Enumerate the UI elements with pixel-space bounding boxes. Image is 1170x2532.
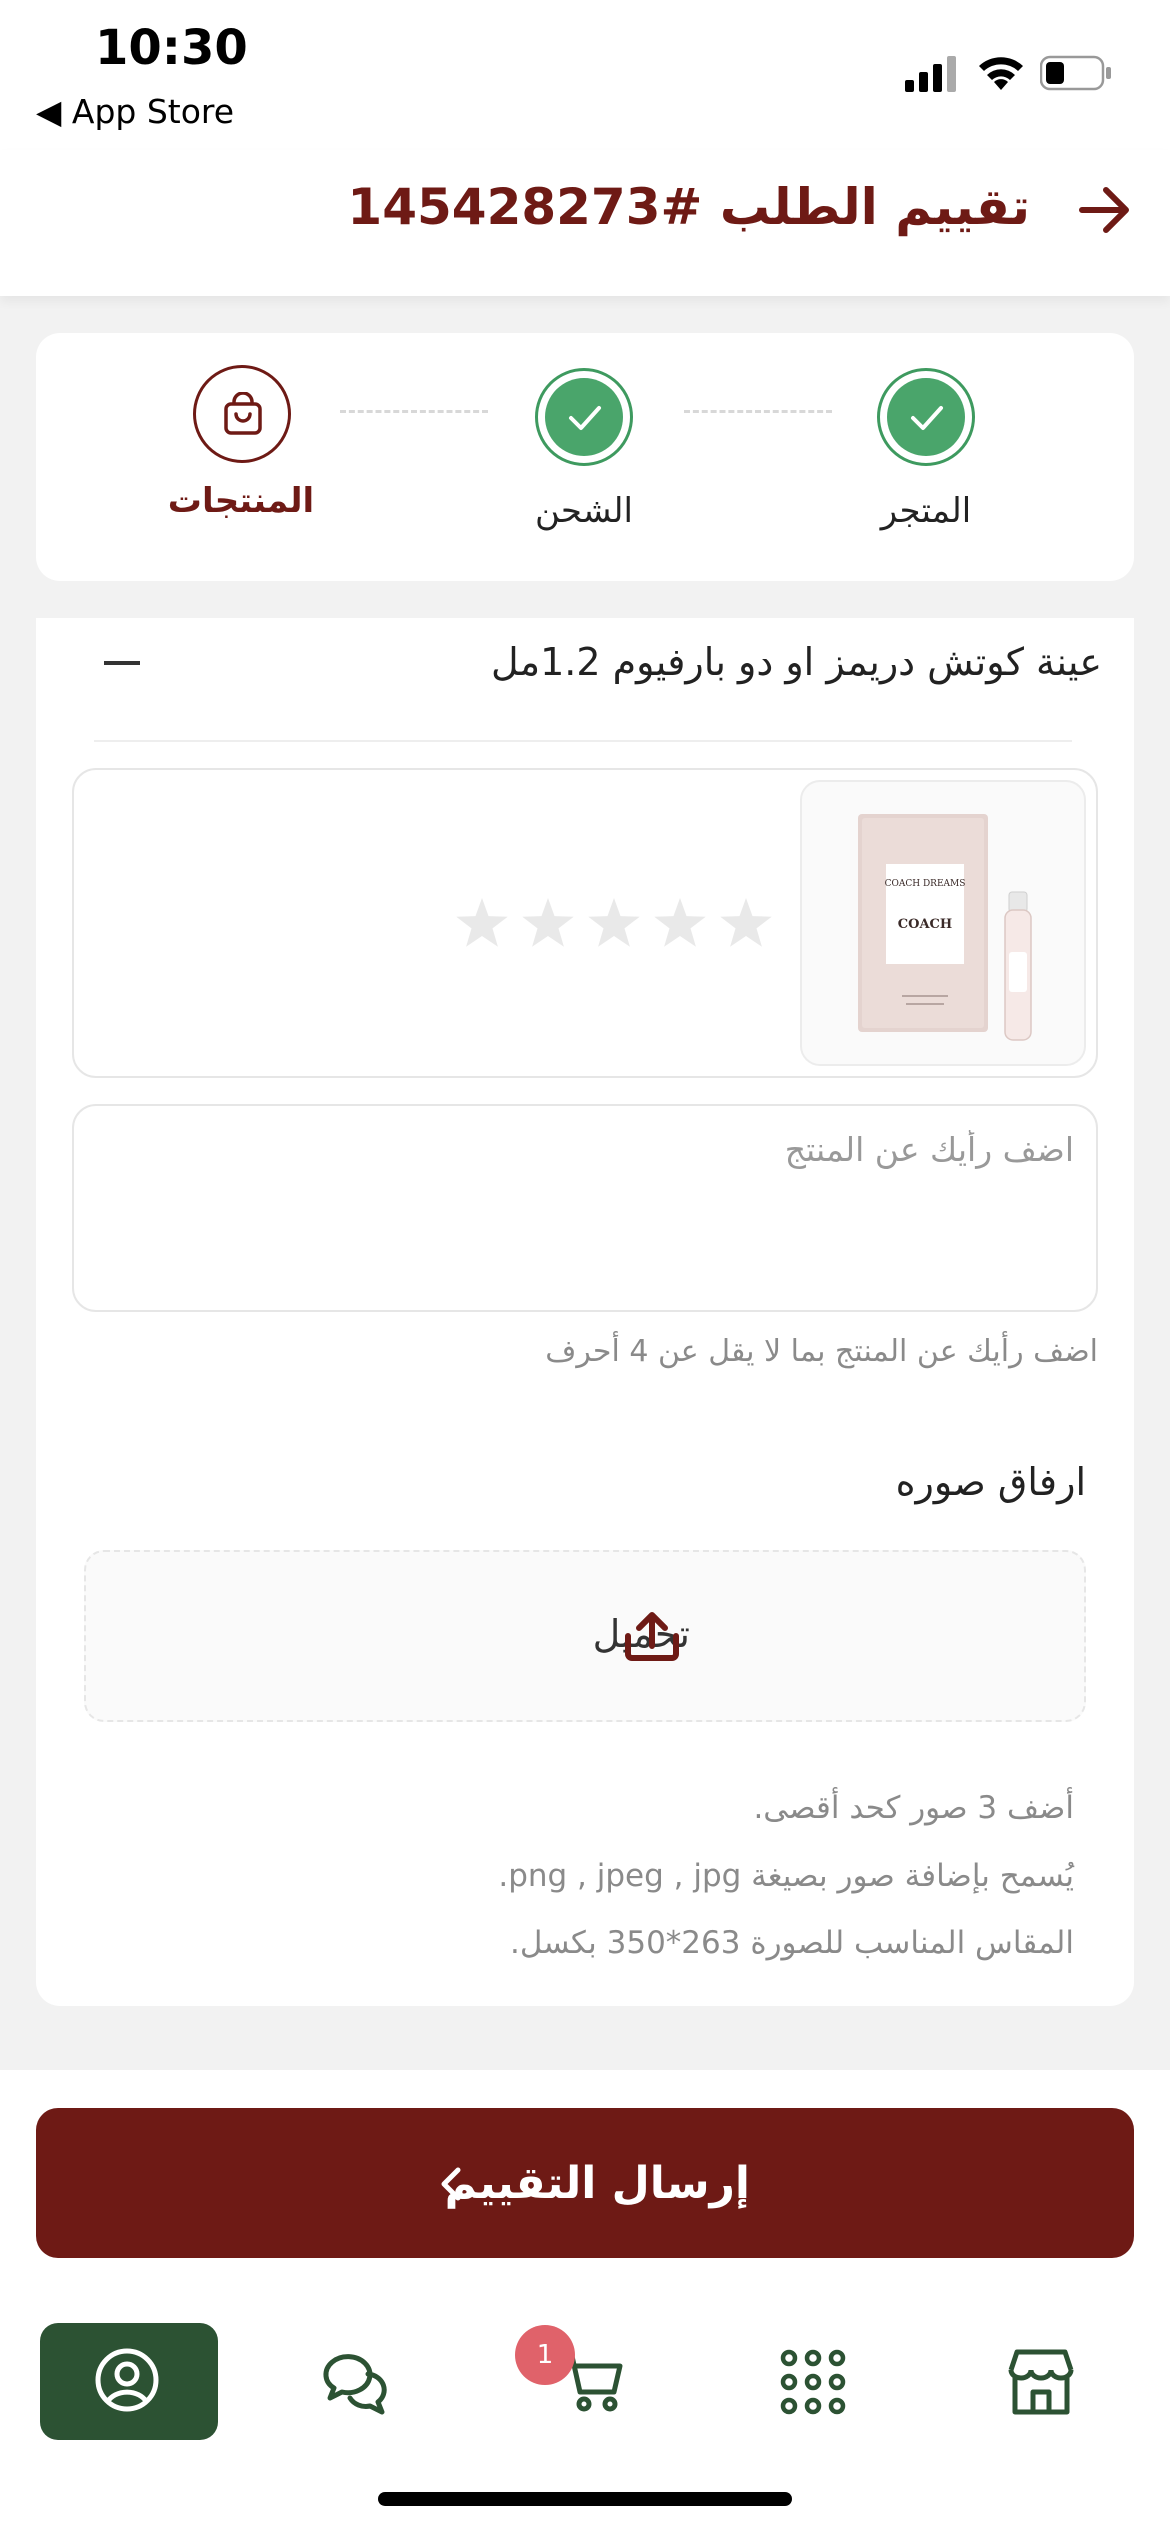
star-icon[interactable] — [588, 898, 640, 947]
step-label-shipping: الشحن — [535, 491, 633, 531]
collapse-minus-icon[interactable] — [104, 661, 140, 665]
step-connector — [340, 410, 488, 413]
status-time: 10:30 — [95, 20, 248, 76]
product-image-brand-text: COACH DREAMS — [885, 879, 966, 889]
home-indicator — [378, 2492, 792, 2506]
star-rating[interactable] — [454, 895, 774, 951]
comment-hint: اضف رأيك عن المنتج بما لا يقل عن 4 أحرف — [545, 1334, 1098, 1369]
step-label-products: المنتجات — [167, 481, 315, 521]
submit-review-label[interactable]: إرسال التقييم — [445, 2158, 750, 2209]
product-image: COACH DREAMS COACH — [800, 780, 1086, 1066]
profile-icon — [95, 2348, 159, 2412]
chevron-left-icon — [441, 2167, 461, 2201]
page-title: تقييم الطلب #145428273 — [347, 178, 1030, 236]
battery-icon — [1040, 55, 1111, 91]
star-icon[interactable] — [522, 898, 574, 947]
grid-icon[interactable] — [777, 2346, 849, 2418]
back-to-app-store-link[interactable]: ◀ App Store — [36, 92, 234, 131]
app-header: تقييم الطلب #145428273 — [0, 150, 1170, 296]
step-connector — [684, 410, 832, 413]
step-products-bag-icon — [193, 365, 291, 463]
step-label-store: المتجر — [880, 491, 972, 531]
store-icon[interactable] — [1005, 2346, 1077, 2418]
step-store-check-icon — [877, 368, 975, 466]
upload-note: أضف 3 صور كحد أقصى. — [753, 1790, 1074, 1826]
attach-image-title: ارفاق صوره — [895, 1460, 1086, 1504]
star-icon[interactable] — [456, 898, 508, 947]
comment-input[interactable] — [98, 1130, 1074, 1290]
star-icon[interactable] — [654, 898, 706, 947]
wifi-icon — [979, 57, 1023, 90]
product-image-sub-text: COACH — [898, 917, 952, 932]
upload-note: المقاس المناسب للصورة 263*350 بكسل. — [510, 1925, 1074, 1961]
upload-dropzone[interactable] — [84, 1550, 1086, 1722]
upload-icon[interactable] — [624, 1610, 680, 1662]
upload-note: يُسمح بإضافة صور بصيغة png , jpeg , jpg. — [498, 1858, 1074, 1894]
back-arrow-icon[interactable] — [1074, 180, 1134, 240]
nav-profile-tab[interactable] — [40, 2323, 218, 2440]
divider — [94, 740, 1072, 742]
star-icon[interactable] — [720, 898, 772, 947]
comment-box — [72, 1104, 1098, 1312]
chat-icon[interactable] — [320, 2346, 392, 2418]
signal-icon — [905, 56, 956, 92]
product-title: عينة كوتش دريمز او دو بارفيوم 1.2مل — [490, 640, 1102, 684]
step-shipping-check-icon — [535, 368, 633, 466]
cart-badge: 1 — [515, 2325, 575, 2385]
